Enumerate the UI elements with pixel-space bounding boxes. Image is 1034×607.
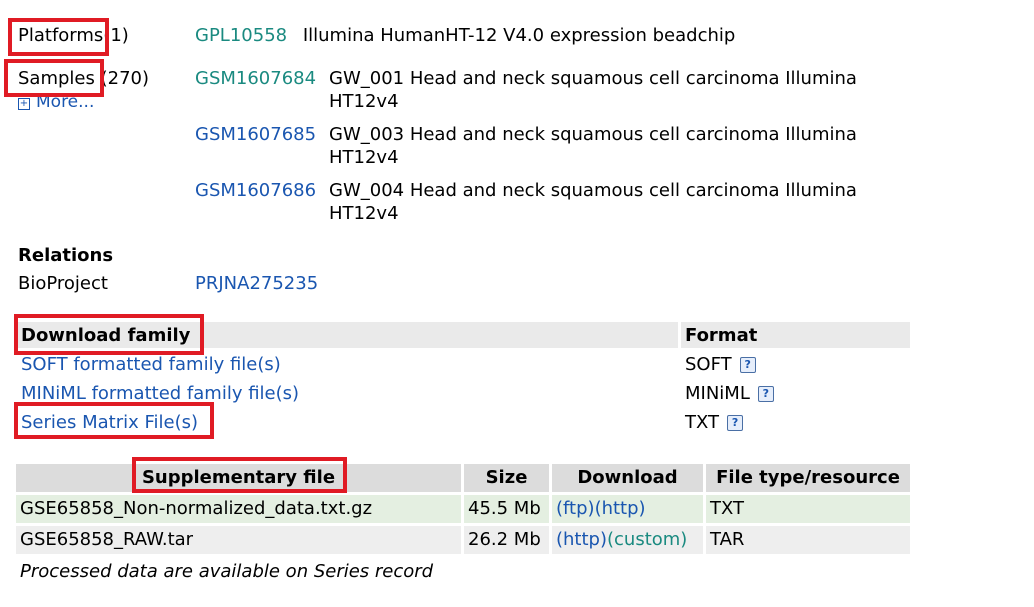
download-header: Download [552,464,703,492]
miniml-family-file-link[interactable]: MINiML formatted family file(s) [21,383,299,405]
relations-heading: Relations [18,245,114,266]
platform-row: GPL10558 Illumina HumanHT-12 V4.0 expres… [195,25,735,47]
file-type-header: File type/resource [706,464,910,492]
supp-file-name: GSE65858_Non-normalized_data.txt.gz [16,495,461,523]
sample-title-3b: HT12v4 [329,203,399,224]
size-header: Size [464,464,549,492]
soft-format: SOFT? [685,354,756,376]
samples-more-link[interactable]: + More... [18,91,94,113]
miniml-format: MINiML? [685,383,774,405]
supp-file-type: TXT [706,495,910,523]
expand-plus-icon: + [18,98,30,110]
help-icon[interactable]: ? [727,415,744,431]
sample-link-gsm1607685[interactable]: GSM1607685 [195,124,316,146]
supp-download-links: (ftp)(http) [552,495,703,523]
bioproject-label: BioProject [18,273,108,294]
supp-file-size: 26.2 Mb [464,526,549,554]
http-link[interactable]: (http) [595,498,646,519]
ftp-link[interactable]: (ftp) [556,498,595,519]
platform-link-gpl10558[interactable]: GPL10558 [195,25,287,46]
processed-data-note: Processed data are available on Series r… [20,561,434,582]
samples-label: Samples (270) [18,68,150,89]
supp-file-name: GSE65858_RAW.tar [16,526,461,554]
soft-family-file-link[interactable]: SOFT formatted family file(s) [21,354,281,376]
platform-title: Illumina HumanHT-12 V4.0 expression bead… [302,25,736,46]
format-heading: Format [685,325,758,346]
help-icon[interactable]: ? [757,386,774,402]
supp-download-links: (http)(custom) [552,526,703,554]
supp-file-type: TAR [706,526,910,554]
sample-title-1b: HT12v4 [329,91,399,112]
custom-link[interactable]: (custom) [607,529,687,550]
platforms-label: Platforms(1) [18,25,129,46]
sample-title-3: GW_004 Head and neck squamous cell carci… [329,180,857,201]
sample-title-1: GW_001 Head and neck squamous cell carci… [329,68,857,89]
supp-file-size: 45.5 Mb [464,495,549,523]
series-matrix-file-link[interactable]: Series Matrix File(s) [21,412,198,434]
http-link[interactable]: (http) [556,529,607,550]
bioproject-link[interactable]: PRJNA275235 [195,273,318,295]
sample-link-gsm1607684[interactable]: GSM1607684 [195,68,316,90]
sample-title-2: GW_003 Head and neck squamous cell carci… [329,124,857,145]
sample-link-gsm1607686[interactable]: GSM1607686 [195,180,316,202]
sample-title-2b: HT12v4 [329,147,399,168]
help-icon[interactable]: ? [739,357,756,373]
supplementary-file-header: Supplementary file [16,464,461,492]
series-matrix-format: TXT? [685,412,744,434]
download-family-heading: Download family [21,325,191,346]
